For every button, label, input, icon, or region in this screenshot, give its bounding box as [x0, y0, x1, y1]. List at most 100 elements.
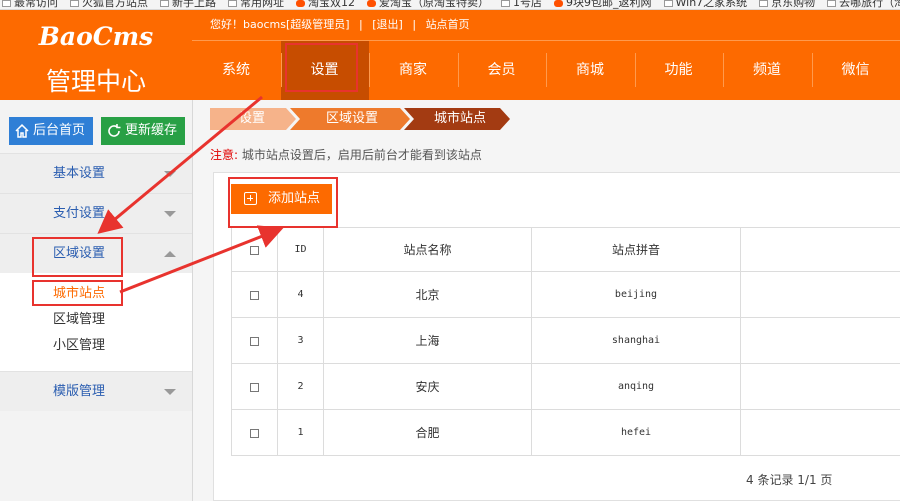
bookmark-label: 淘宝双12 [308, 0, 355, 9]
bookmark-item[interactable]: 去哪旅行（淘宝 [825, 0, 900, 9]
bookmark-item[interactable]: 常用网址 [226, 0, 284, 8]
sidebar-group-label: 模版管理 [53, 384, 106, 399]
nav-tab-4[interactable]: 商城 [546, 41, 634, 100]
page-icon [827, 0, 837, 7]
column-header-name: 站点名称 [323, 227, 532, 272]
bookmark-item[interactable]: 1号店 [499, 0, 542, 8]
sidebar-subitem-1[interactable]: 区域管理 [0, 307, 192, 333]
table-row: 3 上海 shanghai [231, 317, 900, 364]
sidebar-group-3[interactable]: 模版管理 [0, 371, 192, 411]
bookmark-label: 火狐官方站点 [82, 0, 148, 9]
site-id-cell: 3 [277, 317, 324, 364]
nav-separator [723, 53, 724, 87]
site-actions-cell [740, 317, 900, 364]
taobao-icon [296, 0, 305, 7]
breadcrumb-item-region[interactable]: 区域设置 [298, 108, 406, 130]
sidebar-group-0[interactable]: 基本设置 [0, 153, 192, 193]
notice: 注意: 城市站点设置后，启用后前台才能看到该站点 [210, 146, 482, 163]
select-all-checkbox[interactable] [250, 245, 259, 255]
refresh-icon [108, 124, 121, 137]
row-checkbox[interactable] [250, 290, 259, 300]
column-header-actions [740, 227, 900, 272]
nav-tab-6[interactable]: 频道 [723, 41, 811, 100]
update-cache-button[interactable]: 更新缓存 [101, 117, 185, 145]
nav-tab-7[interactable]: 微信 [812, 41, 900, 100]
site-name-cell: 上海 [323, 317, 532, 364]
chevron-up-icon [164, 251, 176, 257]
highlight-city-sites [32, 280, 123, 306]
bookmark-item[interactable]: 京东购物 [757, 0, 816, 9]
nav-separator [634, 53, 636, 87]
site-pinyin-cell: anqing [531, 363, 741, 410]
sidebar-group-label: 支付设置 [53, 206, 106, 221]
brand-logo: BaoCms [38, 22, 154, 51]
site-name-cell: 合肥 [323, 409, 532, 456]
nav-separator [546, 53, 547, 87]
breadcrumb-item-city-sites: 城市站点 [433, 111, 486, 126]
site-name-cell: 安庆 [323, 363, 532, 410]
nav-separator [369, 53, 370, 87]
site-id-cell: 2 [277, 363, 324, 410]
row-checkbox[interactable] [250, 336, 259, 346]
site-id-cell: 1 [277, 409, 324, 456]
highlight-settings-tab [285, 43, 358, 92]
page-icon [501, 0, 510, 7]
row-checkbox[interactable] [250, 428, 259, 438]
nav-tab-0[interactable]: 系统 [192, 41, 280, 100]
bookmark-label: 新手上路 [172, 0, 216, 9]
bookmark-label: 京东购物 [771, 0, 816, 9]
taobao-icon [367, 0, 376, 7]
bookmark-label: 去哪旅行（淘宝 [839, 0, 900, 9]
site-actions-cell [740, 409, 900, 456]
row-checkbox[interactable] [250, 382, 259, 392]
bookmark-item[interactable]: 9块9包邮_返利网 [552, 0, 652, 8]
nav-tab-5[interactable]: 功能 [635, 41, 723, 100]
admin-home-button[interactable]: 后台首页 [9, 117, 93, 145]
bookmarks-bar: 最常访问 火狐官方站点 新手上路 常用网址 淘宝双12 爱淘宝（原淘宝特卖） 1号店 9块9包… [0, 0, 900, 10]
row-select-cell [231, 317, 278, 364]
row-select-cell [231, 363, 278, 410]
chevron-down-icon [164, 389, 176, 395]
bookmark-item[interactable]: 火狐官方站点 [68, 0, 148, 9]
highlight-region-settings [32, 237, 123, 277]
admin-home-label: 后台首页 [33, 123, 86, 138]
bookmark-item[interactable]: 新手上路 [158, 0, 216, 9]
sidebar-subitem-2[interactable]: 小区管理 [0, 333, 192, 359]
bookmark-label: Win7之家系统 [675, 0, 748, 9]
nav-tab-2[interactable]: 商家 [369, 41, 457, 100]
greeting-text: 您好！baocms[超级管理员] [210, 18, 350, 31]
nav-tab-3[interactable]: 会员 [458, 41, 546, 100]
breadcrumb-item-settings[interactable]: 设置 [210, 108, 294, 130]
site-name-cell: 北京 [323, 271, 532, 318]
row-select-cell [231, 271, 278, 318]
page-icon [663, 0, 673, 7]
bookmark-item[interactable]: Win7之家系统 [662, 0, 748, 9]
sidebar-group-label: 基本设置 [53, 166, 106, 181]
nav-separator [280, 53, 282, 87]
taobao-icon [554, 0, 563, 7]
table-row: 1 合肥 hefei [231, 409, 900, 456]
sidebar-group-1[interactable]: 支付设置 [0, 193, 192, 233]
table-header-row: ID 站点名称 站点拼音 [231, 227, 900, 272]
site-pinyin-cell: beijing [531, 271, 741, 318]
logout-link[interactable]: [退出] [372, 18, 403, 31]
logo: BaoCms 管理中心 [0, 10, 192, 100]
site-pinyin-cell: hefei [531, 409, 741, 456]
row-select-cell [231, 409, 278, 456]
site-home-link[interactable]: 站点首页 [426, 18, 470, 31]
page-icon [70, 0, 79, 7]
site-actions-cell [740, 271, 900, 318]
header: BaoCms 管理中心 您好！baocms[超级管理员] | [退出] | 站点… [0, 10, 900, 100]
chevron-down-icon [164, 211, 176, 217]
notice-text: 城市站点设置后，启用后前台才能看到该站点 [241, 148, 482, 162]
page-icon [228, 0, 237, 7]
highlight-add-site [228, 177, 338, 228]
home-icon [15, 123, 29, 138]
bookmark-item[interactable]: 爱淘宝（原淘宝特卖） [365, 0, 489, 8]
column-header-id: ID [277, 227, 324, 272]
update-cache-label: 更新缓存 [125, 123, 178, 138]
nav-separator [457, 53, 459, 87]
bookmark-item[interactable]: 淘宝双12 [294, 0, 355, 9]
table-row: 4 北京 beijing [231, 271, 900, 318]
bookmark-item[interactable]: 最常访问 [0, 0, 58, 8]
